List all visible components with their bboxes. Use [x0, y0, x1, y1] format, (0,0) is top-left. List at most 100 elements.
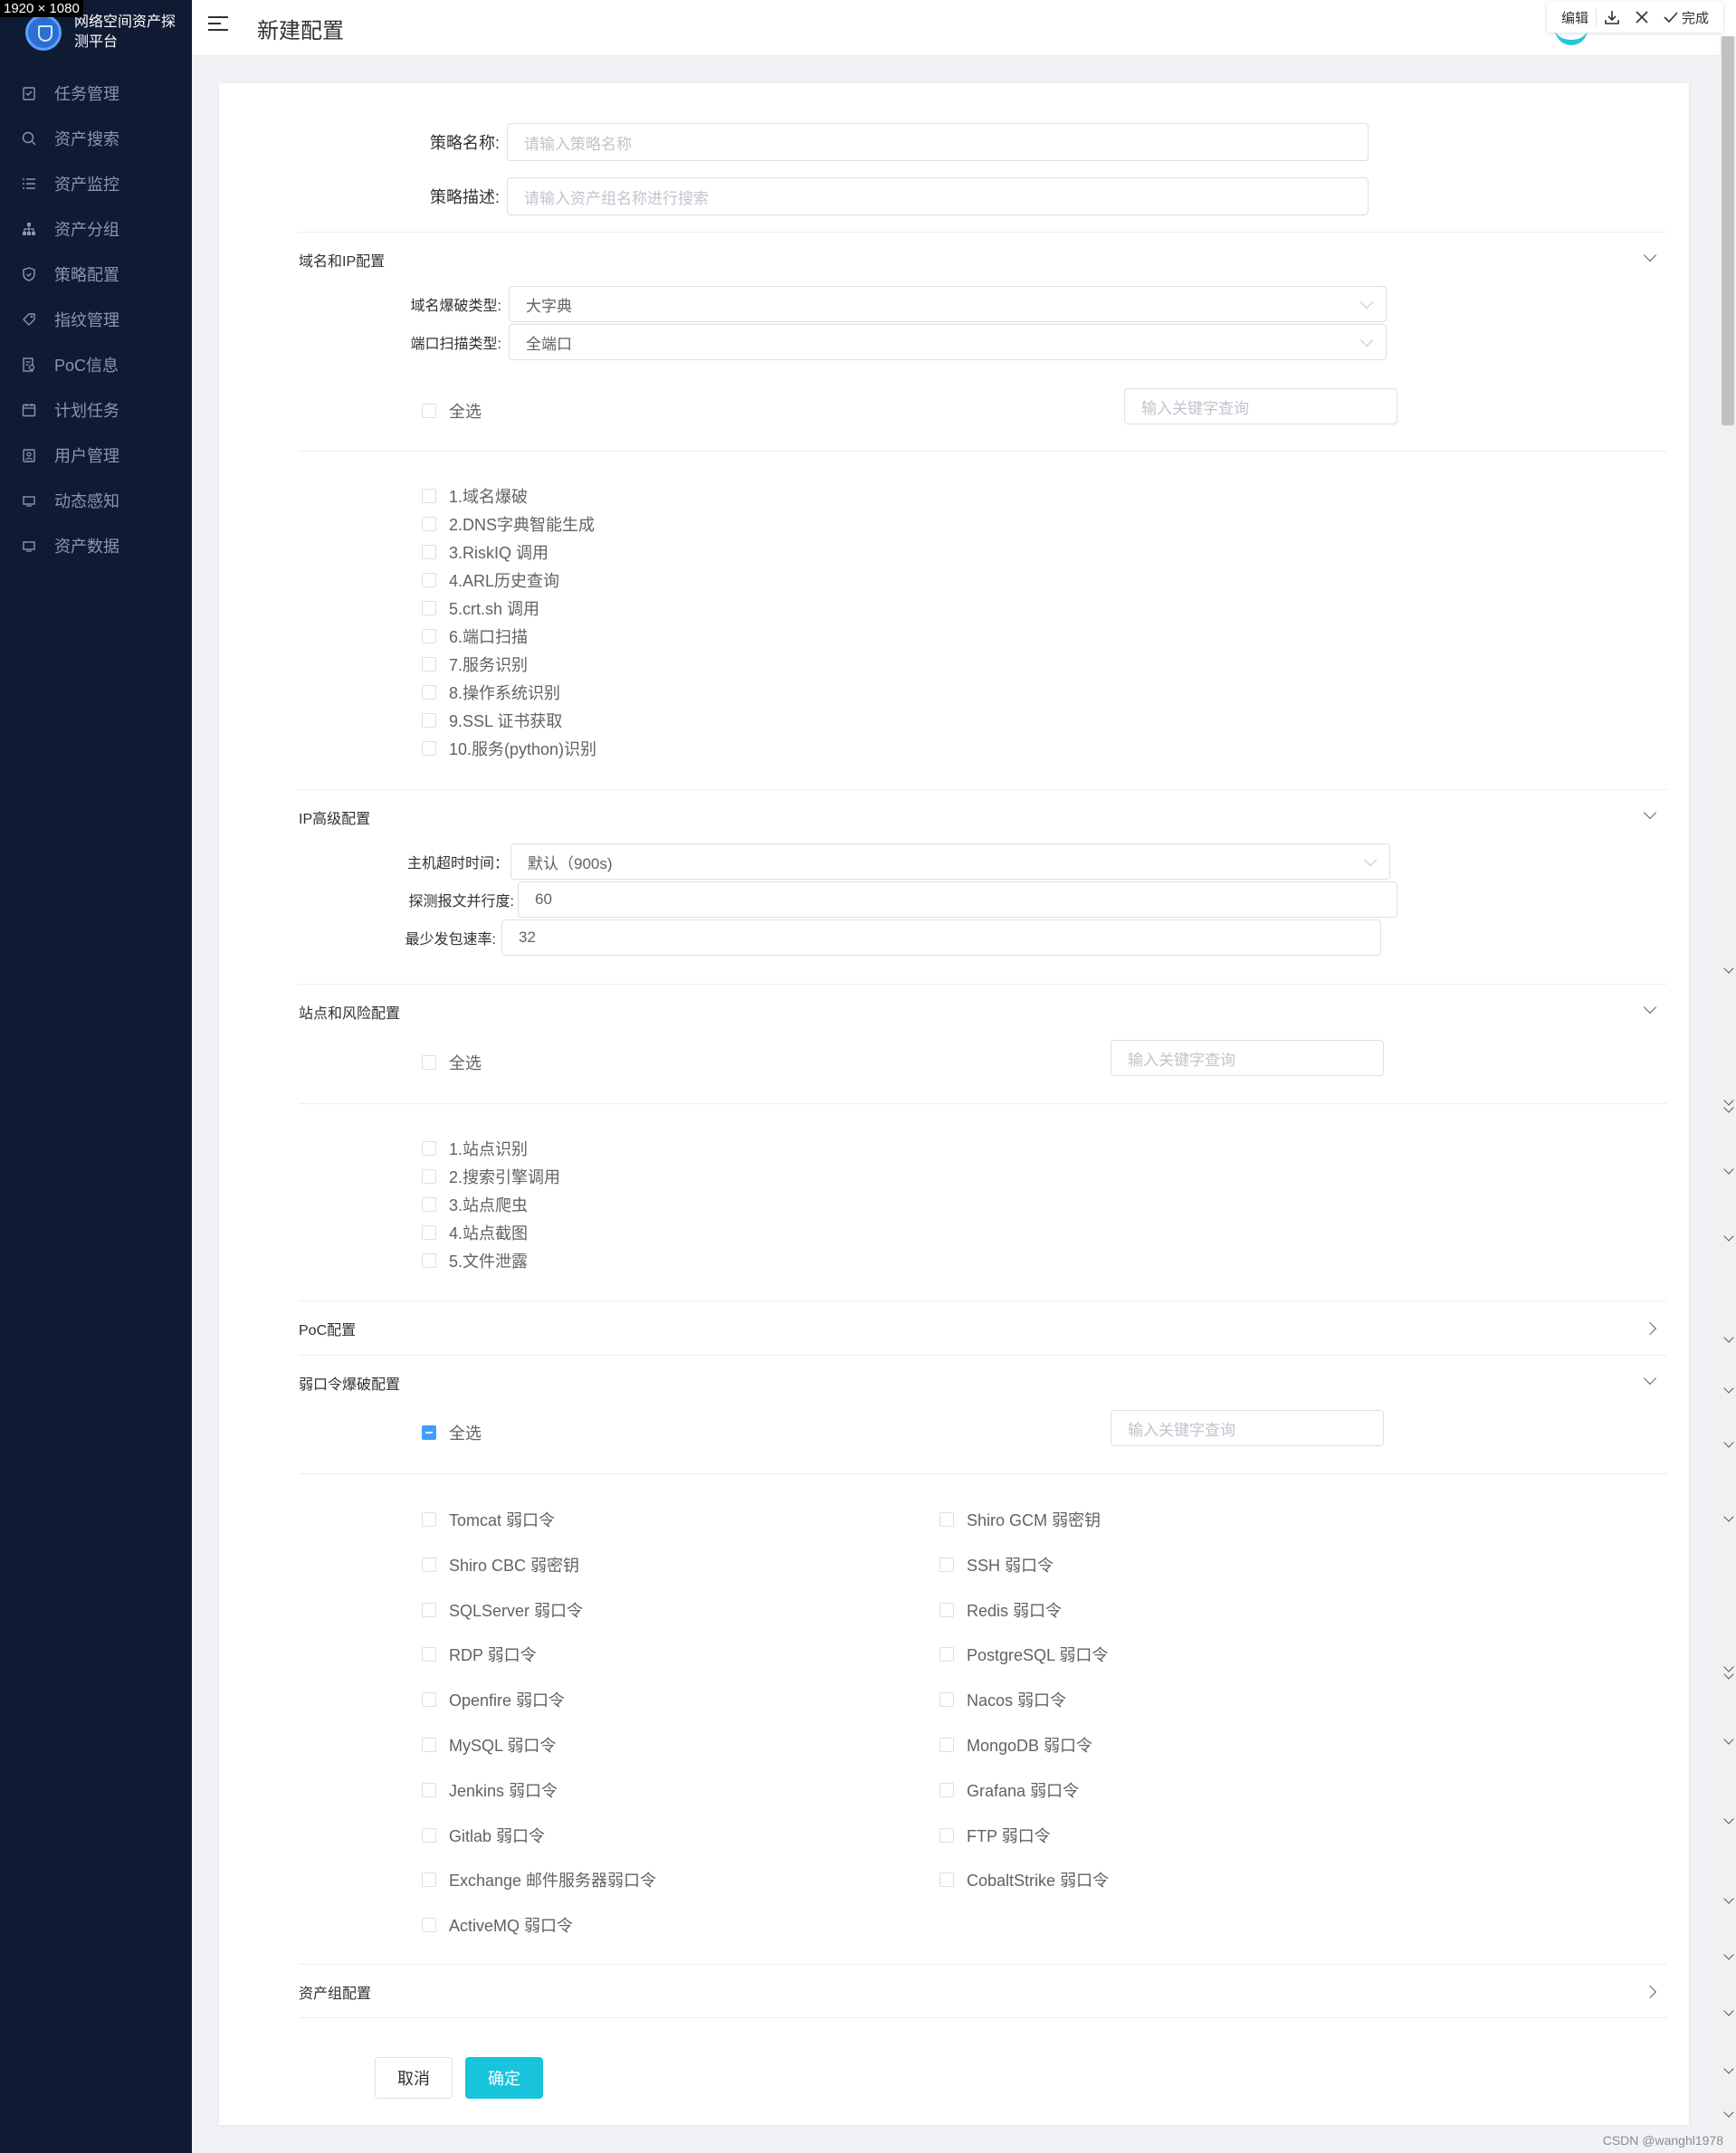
download-icon[interactable]	[1597, 9, 1627, 25]
checkbox[interactable]	[422, 1918, 436, 1933]
section-domain-ip[interactable]: 域名和IP配置	[299, 232, 1667, 286]
checkbox-option[interactable]: 3.RiskIQ 调用	[422, 540, 548, 564]
checkbox-option[interactable]: MongoDB 弱口令	[940, 1733, 1092, 1757]
checkbox-option[interactable]: 9.SSL 证书获取	[422, 709, 562, 732]
site-select-all[interactable]: 全选	[422, 1051, 482, 1074]
confirm-button[interactable]: 确定	[465, 2057, 543, 2099]
sidebar-item[interactable]: 任务管理	[0, 71, 192, 116]
checkbox[interactable]	[422, 601, 436, 615]
checkbox[interactable]	[940, 1872, 954, 1888]
checkbox-option[interactable]: 7.服务识别	[422, 653, 528, 676]
checkbox-option[interactable]: Tomcat 弱口令	[422, 1508, 555, 1531]
checkbox[interactable]	[940, 1827, 954, 1843]
checkbox-option[interactable]: 1.站点识别	[422, 1137, 528, 1160]
port-type-select[interactable]: 全端口	[509, 324, 1387, 360]
checkbox[interactable]	[940, 1512, 954, 1527]
checkbox-option[interactable]: Jenkins 弱口令	[422, 1778, 558, 1802]
checkbox[interactable]	[422, 1225, 436, 1240]
sidebar-item[interactable]: 资产分组	[0, 206, 192, 252]
checkbox-option[interactable]: 2.DNS字典智能生成	[422, 512, 595, 536]
checkbox[interactable]	[940, 1782, 954, 1797]
checkbox-option[interactable]: 4.站点截图	[422, 1221, 528, 1244]
sidebar-item[interactable]: 资产搜索	[0, 116, 192, 161]
strategy-name-input[interactable]: 请输入策略名称	[507, 123, 1369, 161]
sidebar-item[interactable]: 指纹管理	[0, 297, 192, 342]
checkbox[interactable]	[422, 1872, 436, 1888]
checkbox[interactable]	[422, 657, 436, 672]
timeout-select[interactable]: 默认（900s)	[510, 843, 1390, 880]
sidebar-item[interactable]: 计划任务	[0, 387, 192, 433]
checkbox-option[interactable]: 8.操作系统识别	[422, 681, 560, 704]
checkbox-option[interactable]: ActiveMQ 弱口令	[422, 1913, 573, 1937]
checkbox-indeterminate[interactable]	[422, 1425, 436, 1440]
checkbox-option[interactable]: Openfire 弱口令	[422, 1688, 565, 1711]
sidebar-item[interactable]: 资产数据	[0, 523, 192, 568]
checkbox-option[interactable]: 5.crt.sh 调用	[422, 596, 539, 620]
checkbox-option[interactable]: Shiro GCM 弱密钥	[940, 1508, 1101, 1531]
checkbox[interactable]	[422, 1197, 436, 1212]
site-keyword-search[interactable]: 输入关键字查询	[1111, 1040, 1384, 1076]
checkbox-option[interactable]: SSH 弱口令	[940, 1553, 1054, 1577]
menu-toggle-icon[interactable]	[208, 16, 228, 34]
checkbox-option[interactable]: 10.服务(python)识别	[422, 737, 596, 760]
brute-type-select[interactable]: 大字典	[509, 286, 1387, 322]
checkbox-option[interactable]: 1.域名爆破	[422, 484, 528, 508]
checkbox[interactable]	[940, 1647, 954, 1662]
checkbox[interactable]	[422, 1512, 436, 1527]
cancel-button[interactable]: 取消	[375, 2057, 453, 2099]
checkbox[interactable]	[422, 629, 436, 643]
edit-button[interactable]: 编辑	[1554, 8, 1596, 27]
section-site-risk[interactable]: 站点和风险配置	[299, 984, 1667, 1038]
checkbox[interactable]	[422, 1647, 436, 1662]
checkbox[interactable]	[940, 1602, 954, 1617]
checkbox[interactable]	[422, 713, 436, 728]
checkbox[interactable]	[940, 1692, 954, 1708]
checkbox[interactable]	[422, 545, 436, 559]
close-icon[interactable]	[1627, 10, 1656, 24]
checkbox[interactable]	[422, 1738, 436, 1752]
checkbox[interactable]	[940, 1557, 954, 1572]
checkbox[interactable]	[422, 1055, 436, 1070]
weak-select-all[interactable]: 全选	[422, 1421, 482, 1444]
domain-keyword-search[interactable]: 输入关键字查询	[1124, 388, 1397, 424]
sidebar-item[interactable]: 动态感知	[0, 478, 192, 523]
section-weak-password[interactable]: 弱口令爆破配置	[299, 1355, 1667, 1409]
checkbox[interactable]	[422, 404, 436, 418]
checkbox[interactable]	[422, 1557, 436, 1572]
sidebar-item[interactable]: 用户管理	[0, 433, 192, 478]
domain-select-all[interactable]: 全选	[422, 399, 482, 423]
rate-input[interactable]: 32	[501, 919, 1381, 956]
checkbox[interactable]	[422, 1692, 436, 1708]
checkbox-option[interactable]: MySQL 弱口令	[422, 1733, 556, 1757]
checkbox[interactable]	[422, 1141, 436, 1156]
checkbox[interactable]	[422, 1169, 436, 1184]
checkbox[interactable]	[422, 741, 436, 756]
checkbox[interactable]	[422, 573, 436, 587]
done-button[interactable]: 完成	[1656, 8, 1716, 27]
checkbox[interactable]	[422, 1602, 436, 1617]
checkbox-option[interactable]: CobaltStrike 弱口令	[940, 1868, 1109, 1891]
checkbox-option[interactable]: PostgreSQL 弱口令	[940, 1643, 1108, 1666]
section-poc[interactable]: PoC配置	[299, 1300, 1667, 1355]
checkbox[interactable]	[422, 489, 436, 503]
sidebar-item[interactable]: 资产监控	[0, 161, 192, 206]
checkbox-option[interactable]: FTP 弱口令	[940, 1824, 1051, 1847]
checkbox-option[interactable]: Nacos 弱口令	[940, 1688, 1066, 1711]
checkbox-option[interactable]: 3.站点爬虫	[422, 1193, 528, 1216]
checkbox[interactable]	[940, 1738, 954, 1752]
checkbox-option[interactable]: Gitlab 弱口令	[422, 1824, 545, 1847]
section-ip-advanced[interactable]: IP高级配置	[299, 789, 1667, 843]
checkbox[interactable]	[422, 1253, 436, 1268]
checkbox-option[interactable]: Redis 弱口令	[940, 1598, 1062, 1622]
checkbox-option[interactable]: Exchange 邮件服务器弱口令	[422, 1868, 656, 1891]
checkbox-option[interactable]: Shiro CBC 弱密钥	[422, 1553, 579, 1577]
checkbox-option[interactable]: 2.搜索引擎调用	[422, 1165, 560, 1188]
checkbox-option[interactable]: SQLServer 弱口令	[422, 1598, 583, 1622]
checkbox-option[interactable]: RDP 弱口令	[422, 1643, 537, 1666]
checkbox-option[interactable]: 5.文件泄露	[422, 1249, 528, 1272]
checkbox-option[interactable]: 4.ARL历史查询	[422, 568, 559, 592]
checkbox-option[interactable]: Grafana 弱口令	[940, 1778, 1079, 1802]
parallel-input[interactable]: 60	[518, 881, 1397, 918]
checkbox-option[interactable]: 6.端口扫描	[422, 624, 528, 648]
checkbox[interactable]	[422, 685, 436, 700]
